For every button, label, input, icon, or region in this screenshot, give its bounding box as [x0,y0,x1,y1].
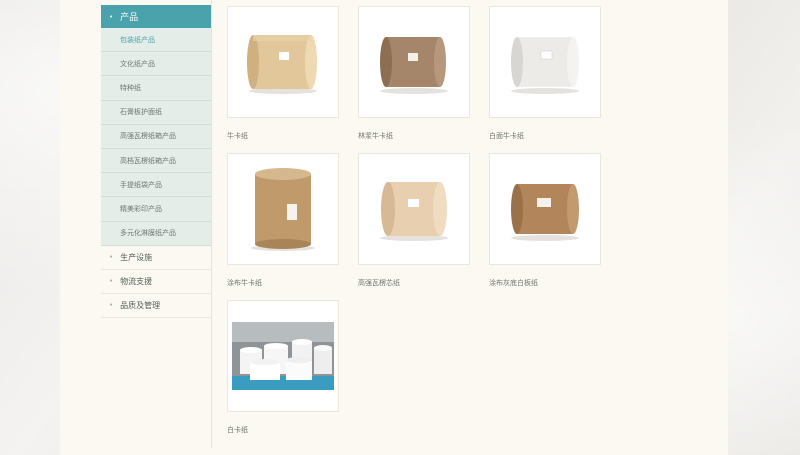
sidebar-item-coated-paper[interactable]: 多元化淋膜纸产品 [101,222,212,246]
product-card[interactable]: 林浆牛卡纸 [358,6,470,141]
product-card[interactable]: 涂布灰底白板纸 [489,153,601,288]
bullet-dot-icon: • [109,277,114,286]
sidebar-item-facilities[interactable]: • 生产设施 [101,246,212,270]
sidebar-sub-list: 包装纸产品 文化纸产品 特种纸 石膏板护面纸 高强瓦楞纸箱产品 高档瓦楞纸箱产品… [101,28,212,246]
sidebar-item-gypsum-liner[interactable]: 石膏板护面纸 [101,101,212,125]
product-image[interactable] [227,6,339,118]
sidebar-category-products[interactable]: • 产品 [101,5,212,28]
product-caption[interactable]: 白卡纸 [227,425,339,435]
sidebar-item-premium-boxes[interactable]: 高档瓦楞纸箱产品 [101,149,212,174]
paper-roll-icon [251,168,315,251]
product-image[interactable] [227,153,339,265]
sidebar-item-cultural-paper[interactable]: 文化纸产品 [101,52,212,77]
sidebar-item-high-strength-boxes[interactable]: 高强瓦楞纸箱产品 [101,125,212,149]
product-caption[interactable]: 牛卡纸 [227,131,339,141]
product-caption[interactable]: 涂布灰底白板纸 [489,278,601,288]
sidebar-header-label: 产品 [120,13,139,23]
product-image[interactable] [358,153,470,265]
sidebar-nav: • 产品 包装纸产品 文化纸产品 特种纸 石膏板护面纸 高强瓦楞纸箱产品 高档瓦… [101,5,212,318]
product-card[interactable]: 白卡纸 [227,300,339,435]
paper-roll-icon [511,184,579,241]
sidebar-item-quality[interactable]: • 品质及管理 [101,294,212,318]
product-card[interactable]: 涂布牛卡纸 [227,153,339,288]
product-caption[interactable]: 林浆牛卡纸 [358,131,470,141]
product-image[interactable] [489,6,601,118]
product-caption[interactable]: 高强瓦楞芯纸 [358,278,470,288]
sidebar-item-paper-bags[interactable]: 手提纸袋产品 [101,173,212,198]
product-caption[interactable]: 涂布牛卡纸 [227,278,339,288]
product-image[interactable] [489,153,601,265]
product-caption[interactable]: 白面牛卡纸 [489,131,601,141]
sidebar-item-specialty-paper[interactable]: 特种纸 [101,76,212,101]
column-divider [211,0,212,448]
sidebar-item-logistics[interactable]: • 物流支援 [101,270,212,294]
warehouse-rolls-photo [232,322,334,390]
bullet-dot-icon: • [109,301,114,310]
product-card[interactable]: 白面牛卡纸 [489,6,601,141]
sidebar-item-packaging-paper[interactable]: 包装纸产品 [101,28,212,53]
bullet-dot-icon: • [109,12,114,21]
product-image[interactable] [227,300,339,412]
sidebar-item-color-printing[interactable]: 精美彩印产品 [101,197,212,222]
paper-roll-icon [511,37,579,94]
paper-roll-icon [247,35,317,94]
page-content: • 产品 包装纸产品 文化纸产品 特种纸 石膏板护面纸 高强瓦楞纸箱产品 高档瓦… [60,0,728,455]
product-card[interactable]: 牛卡纸 [227,6,339,141]
product-image[interactable] [358,6,470,118]
bullet-dot-icon: • [109,253,114,262]
paper-roll-icon [380,37,448,94]
product-card[interactable]: 高强瓦楞芯纸 [358,153,470,288]
paper-roll-icon [380,182,448,241]
